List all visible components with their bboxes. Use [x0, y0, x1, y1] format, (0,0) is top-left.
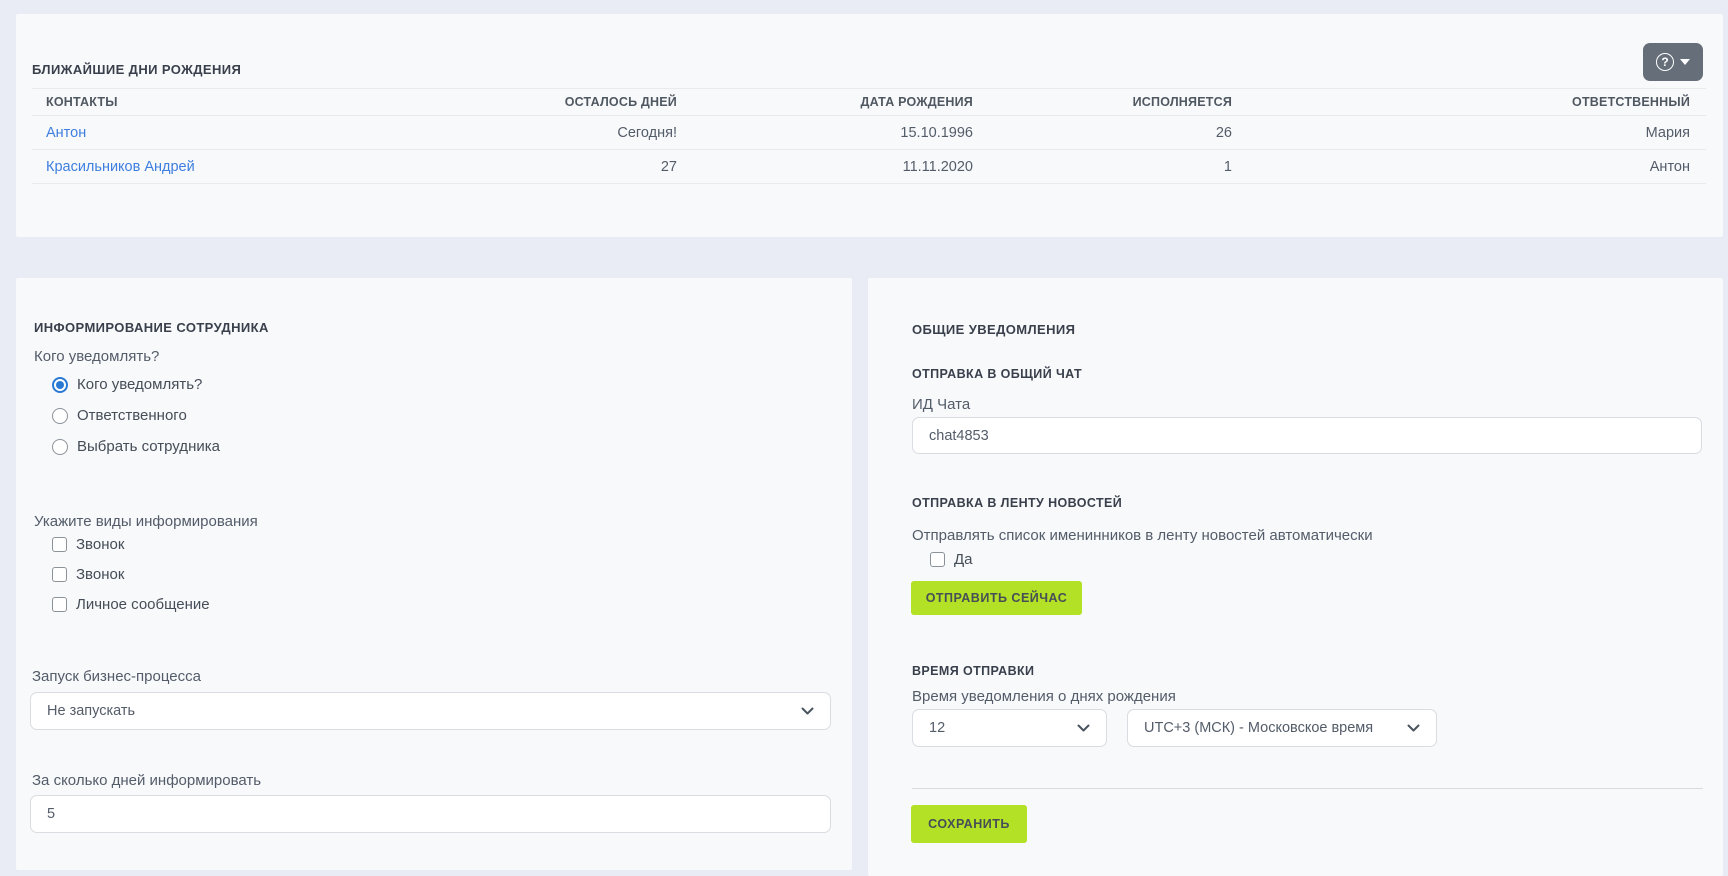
column-header-responsible: ОТВЕТСТВЕННЫЙ	[1234, 95, 1692, 109]
business-process-label: Запуск бизнес-процесса	[32, 668, 201, 685]
radio-icon[interactable]	[52, 377, 68, 393]
cell-birth-date: 15.10.1996	[679, 125, 975, 141]
chevron-down-icon	[1680, 59, 1690, 65]
chat-section-title: ОТПРАВКА В ОБЩИЙ ЧАТ	[912, 367, 1082, 381]
notify-whom-label: Кого уведомлять?	[34, 348, 159, 365]
cell-responsible: Мария	[1234, 125, 1692, 141]
checkbox-icon[interactable]	[52, 567, 67, 582]
days-before-input[interactable]	[30, 795, 831, 833]
checkbox-option-call-2[interactable]: Звонок	[52, 566, 124, 583]
question-circle-icon: ?	[1656, 53, 1674, 71]
column-header-turns: ИСПОЛНЯЕТСЯ	[975, 95, 1234, 109]
notify-types-label: Укажите виды информирования	[34, 513, 258, 530]
hour-select[interactable]: 12	[912, 709, 1107, 747]
timezone-select[interactable]: UTC+3 (МСК) - Московское время	[1127, 709, 1437, 747]
checkbox-label: Звонок	[76, 536, 124, 553]
cell-responsible: Антон	[1234, 159, 1692, 175]
divider	[912, 788, 1703, 789]
checkbox-option-private-message[interactable]: Личное сообщение	[52, 596, 210, 613]
select-value: 12	[929, 720, 945, 736]
radio-label: Ответственного	[77, 407, 187, 424]
column-header-contacts: КОНТАКТЫ	[32, 95, 372, 109]
feed-section-title: ОТПРАВКА В ЛЕНТУ НОВОСТЕЙ	[912, 496, 1122, 510]
radio-option-choose-employee[interactable]: Выбрать сотрудника	[52, 438, 220, 455]
chevron-down-icon	[1077, 724, 1090, 732]
checkbox-icon[interactable]	[52, 597, 67, 612]
general-panel-title: ОБЩИЕ УВЕДОМЛЕНИЯ	[912, 322, 1075, 337]
employee-panel-title: ИНФОРМИРОВАНИЕ СОТРУДНИКА	[34, 320, 269, 335]
radio-label: Кого уведомлять?	[77, 376, 202, 393]
employee-notification-panel: ИНФОРМИРОВАНИЕ СОТРУДНИКА Кого уведомлят…	[16, 278, 852, 870]
checkbox-icon[interactable]	[52, 537, 67, 552]
checkbox-option-call-1[interactable]: Звонок	[52, 536, 124, 553]
radio-option-responsible[interactable]: Ответственного	[52, 407, 187, 424]
chat-id-label: ИД Чата	[912, 396, 970, 413]
business-process-select[interactable]: Не запускать	[30, 692, 831, 730]
help-button[interactable]: ?	[1643, 43, 1703, 81]
radio-option-notify-whom[interactable]: Кого уведомлять?	[52, 376, 202, 393]
save-button[interactable]: СОХРАНИТЬ	[911, 805, 1027, 843]
cell-turns: 26	[975, 125, 1234, 141]
radio-icon[interactable]	[52, 408, 68, 424]
table-row: Красильников Андрей 27 11.11.2020 1 Анто…	[32, 150, 1706, 184]
checkbox-label: Да	[954, 551, 973, 568]
cell-turns: 1	[975, 159, 1234, 175]
time-section-title: ВРЕМЯ ОТПРАВКИ	[912, 664, 1034, 678]
radio-icon[interactable]	[52, 439, 68, 455]
general-notifications-panel: ОБЩИЕ УВЕДОМЛЕНИЯ ОТПРАВКА В ОБЩИЙ ЧАТ И…	[868, 278, 1723, 876]
chat-id-input[interactable]	[912, 417, 1702, 454]
select-value: UTC+3 (МСК) - Московское время	[1144, 720, 1373, 736]
table-row: Антон Сегодня! 15.10.1996 26 Мария	[32, 116, 1706, 150]
send-now-button[interactable]: ОТПРАВИТЬ СЕЙЧАС	[911, 581, 1082, 615]
table-header-row: КОНТАКТЫ ОСТАЛОСЬ ДНЕЙ ДАТА РОЖДЕНИЯ ИСП…	[32, 88, 1706, 116]
contact-link[interactable]: Антон	[46, 125, 86, 141]
contact-link[interactable]: Красильников Андрей	[46, 159, 195, 175]
days-before-label: За сколько дней информировать	[32, 772, 261, 789]
time-label: Время уведомления о днях рождения	[912, 688, 1176, 705]
cell-contact: Красильников Андрей	[32, 159, 372, 175]
birthdays-card-title: БЛИЖАЙШИЕ ДНИ РОЖДЕНИЯ	[32, 62, 241, 77]
select-value: Не запускать	[47, 703, 135, 719]
cell-days-left: 27	[372, 159, 679, 175]
checkbox-label: Звонок	[76, 566, 124, 583]
cell-contact: Антон	[32, 125, 372, 141]
checkbox-icon[interactable]	[930, 552, 945, 567]
checkbox-option-yes[interactable]: Да	[930, 551, 973, 568]
birthdays-card: БЛИЖАЙШИЕ ДНИ РОЖДЕНИЯ ? КОНТАКТЫ ОСТАЛО…	[16, 14, 1723, 237]
radio-label: Выбрать сотрудника	[77, 438, 220, 455]
column-header-days-left: ОСТАЛОСЬ ДНЕЙ	[372, 95, 679, 109]
chevron-down-icon	[801, 707, 814, 715]
checkbox-label: Личное сообщение	[76, 596, 210, 613]
column-header-birth-date: ДАТА РОЖДЕНИЯ	[679, 95, 975, 109]
birthdays-table: КОНТАКТЫ ОСТАЛОСЬ ДНЕЙ ДАТА РОЖДЕНИЯ ИСП…	[32, 88, 1706, 184]
cell-days-left: Сегодня!	[372, 125, 679, 141]
feed-description: Отправлять список именинников в ленту но…	[912, 527, 1373, 544]
chevron-down-icon	[1407, 724, 1420, 732]
cell-birth-date: 11.11.2020	[679, 159, 975, 175]
